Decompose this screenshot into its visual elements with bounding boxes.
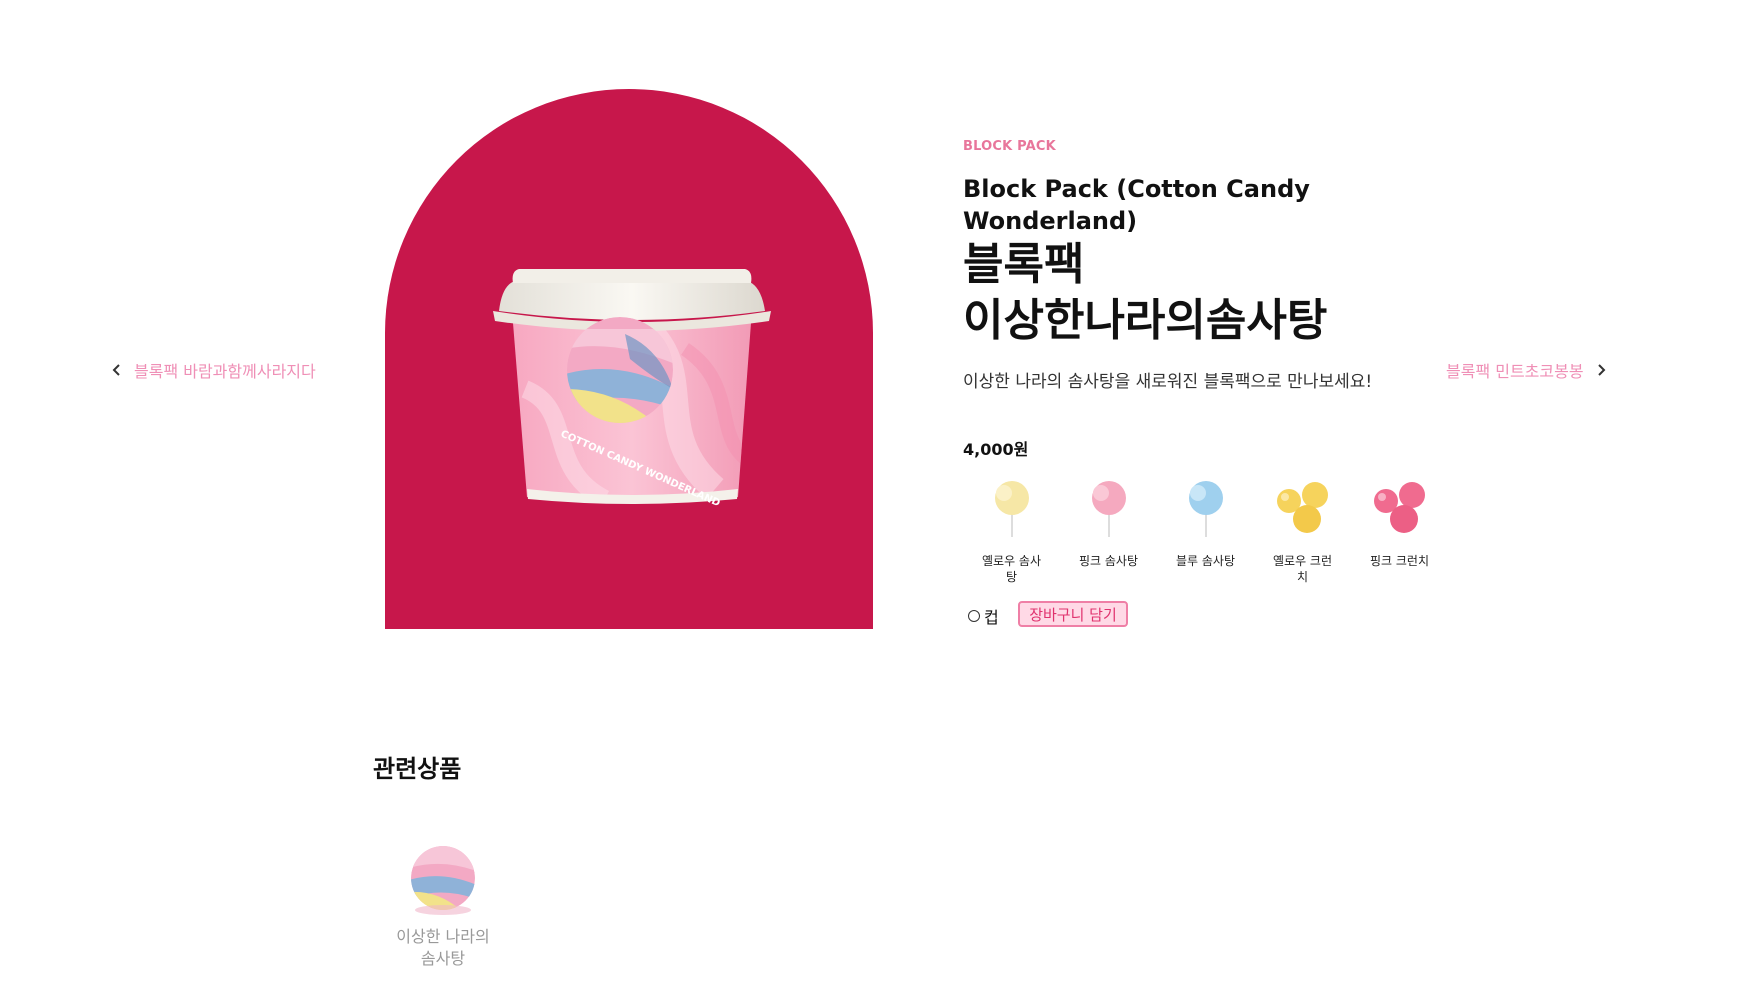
blue-cotton-candy-icon bbox=[1188, 481, 1223, 537]
next-product-link[interactable]: 블록팩 민트초코봉봉 bbox=[1446, 358, 1608, 382]
ingredient-item: 옐로우 솜사탕 bbox=[963, 473, 1060, 585]
product-name-ko-line2: 이상한나라의솜사탕 bbox=[963, 295, 1328, 346]
pink-cotton-candy-icon bbox=[1091, 481, 1126, 537]
related-product-item[interactable]: 이상한 나라의 솜사탕 bbox=[390, 840, 496, 970]
prev-product-label: 블록팩 바람과함께사라지다 bbox=[134, 362, 316, 381]
ingredient-item: 블루 솜사탕 bbox=[1157, 473, 1254, 585]
ingredient-list: 옐로우 솜사탕 핑크 솜사탕 블루 솜사탕 옐로우 크런치 핑크 크런치 bbox=[963, 473, 1448, 585]
cup-option-radio[interactable]: 컵 bbox=[968, 604, 999, 628]
product-category: BLOCK PACK bbox=[963, 139, 1056, 154]
ice-cream-cup-illustration: COTTON CANDY WONDERLAND bbox=[493, 269, 771, 509]
product-name-ko-line1: 블록팩 bbox=[963, 239, 1085, 290]
ingredient-label: 핑크 솜사탕 bbox=[1078, 554, 1138, 568]
ingredient-label: 핑크 크런치 bbox=[1369, 554, 1429, 568]
next-product-label: 블록팩 민트초코봉봉 bbox=[1446, 362, 1584, 381]
ingredient-label: 옐로우 크런치 bbox=[1272, 554, 1332, 584]
related-products-title: 관련상품 bbox=[373, 755, 462, 783]
ingredient-label: 옐로우 솜사탕 bbox=[981, 554, 1041, 584]
yellow-crunch-icon bbox=[1276, 482, 1328, 533]
prev-product-link[interactable]: 블록팩 바람과함께사라지다 bbox=[110, 358, 316, 382]
product-description: 이상한 나라의 솜사탕을 새로워진 블록팩으로 만나보세요! bbox=[963, 372, 1373, 392]
product-price: 4,000원 bbox=[963, 440, 1029, 459]
ingredient-item: 옐로우 크런치 bbox=[1254, 473, 1351, 585]
product-name-ko: 블록팩 이상한나라의솜사탕 bbox=[963, 237, 1383, 349]
ice-cream-scoop-icon bbox=[411, 846, 475, 915]
related-product-name: 이상한 나라의 솜사탕 bbox=[396, 927, 490, 968]
product-name-en: Block Pack (Cotton Candy Wonderland) bbox=[963, 175, 1310, 235]
ingredient-item: 핑크 크런치 bbox=[1351, 473, 1448, 585]
yellow-cotton-candy-icon bbox=[994, 481, 1029, 537]
pink-crunch-icon bbox=[1373, 482, 1425, 533]
add-to-cart-button[interactable]: 장바구니 담기 bbox=[1018, 601, 1128, 627]
ingredient-label: 블루 솜사탕 bbox=[1175, 554, 1235, 568]
radio-icon[interactable] bbox=[968, 610, 980, 622]
product-hero-image: COTTON CANDY WONDERLAND bbox=[385, 89, 873, 629]
chevron-left-icon bbox=[112, 364, 120, 376]
cup-option-label: 컵 bbox=[984, 608, 999, 627]
ingredient-item: 핑크 솜사탕 bbox=[1060, 473, 1157, 585]
chevron-right-icon bbox=[1597, 364, 1605, 376]
